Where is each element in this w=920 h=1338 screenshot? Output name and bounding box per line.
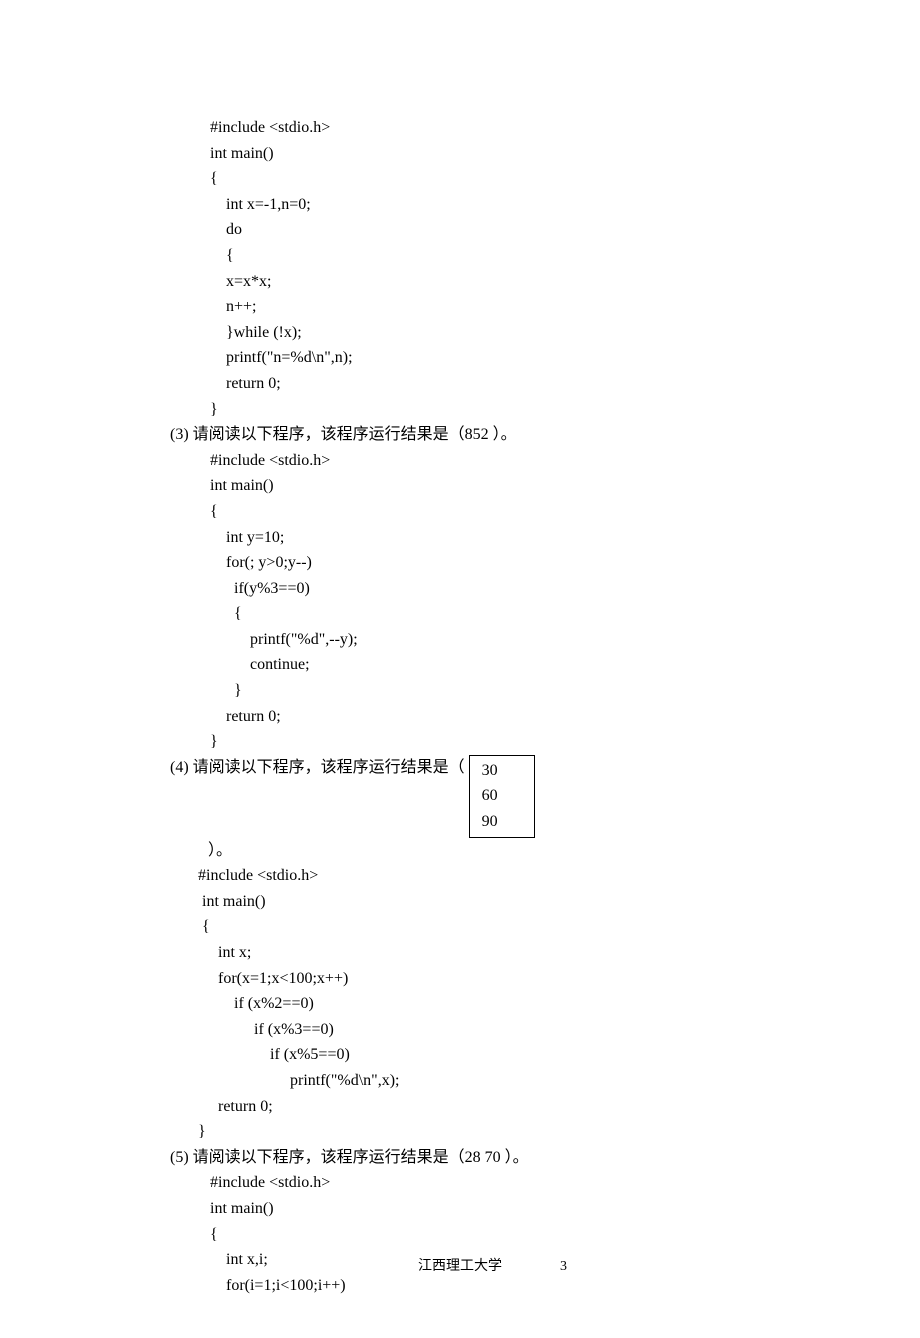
q4-answer-box: 30 60 90 bbox=[469, 755, 535, 838]
code-block-5: #include <stdio.h> int main() { int x,i;… bbox=[210, 1170, 830, 1298]
q4-num: (4) bbox=[170, 759, 189, 776]
q5-text: 请阅读以下程序，该程序运行结果是（ bbox=[189, 1149, 465, 1166]
question-3: (3) 请阅读以下程序，该程序运行结果是（852 ）。 bbox=[170, 422, 830, 448]
code-block-3: #include <stdio.h> int main() { int y=10… bbox=[210, 448, 830, 755]
page-footer: 江西理工大学 3 bbox=[0, 1256, 920, 1278]
q3-tail: ）。 bbox=[489, 426, 517, 443]
q3-text: 请阅读以下程序，该程序运行结果是（ bbox=[189, 426, 465, 443]
q5-num: (5) bbox=[170, 1149, 189, 1166]
question-5: (5) 请阅读以下程序，该程序运行结果是（28 70 ）。 bbox=[170, 1145, 830, 1171]
q5-answer: 28 70 bbox=[465, 1149, 501, 1166]
code-block-1: #include <stdio.h> int main() { int x=-1… bbox=[210, 115, 830, 422]
q4-text: 请阅读以下程序，该程序运行结果是（ bbox=[189, 759, 465, 776]
question-4: (4) 请阅读以下程序，该程序运行结果是（ 30 60 90 ）。 bbox=[170, 755, 830, 863]
q3-answer: 852 bbox=[465, 426, 489, 443]
q3-num: (3) bbox=[170, 426, 189, 443]
q5-tail: ）。 bbox=[501, 1149, 529, 1166]
footer-page-number: 3 bbox=[560, 1256, 567, 1278]
footer-org: 江西理工大学 bbox=[418, 1259, 502, 1274]
code-block-4: #include <stdio.h> int main() { int x; f… bbox=[198, 863, 830, 1145]
q4-tail2: ）。 bbox=[208, 842, 232, 859]
